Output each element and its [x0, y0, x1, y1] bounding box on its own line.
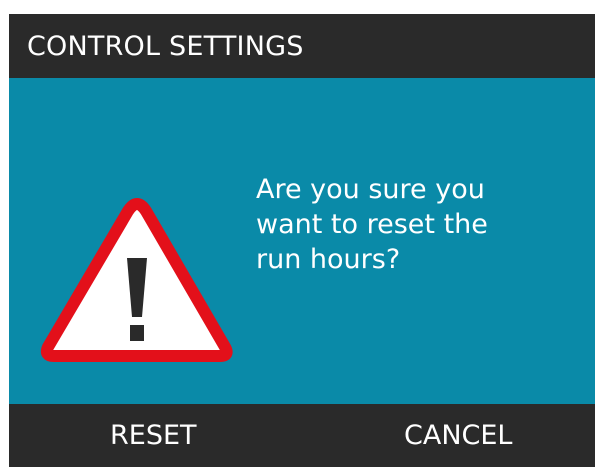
device-screen: CONTROL SETTINGS Are you sure you want t… [9, 14, 595, 467]
reset-button[interactable]: RESET [110, 404, 197, 467]
confirmation-dialog: Are you sure you want to reset the run h… [9, 78, 595, 404]
cancel-button[interactable]: CANCEL [404, 404, 512, 467]
screen-title: CONTROL SETTINGS [27, 30, 304, 62]
confirmation-message: Are you sure you want to reset the run h… [256, 174, 488, 275]
screen-header: CONTROL SETTINGS [9, 14, 595, 78]
warning-icon [40, 198, 233, 362]
softkey-bar: RESET CANCEL [9, 404, 595, 467]
